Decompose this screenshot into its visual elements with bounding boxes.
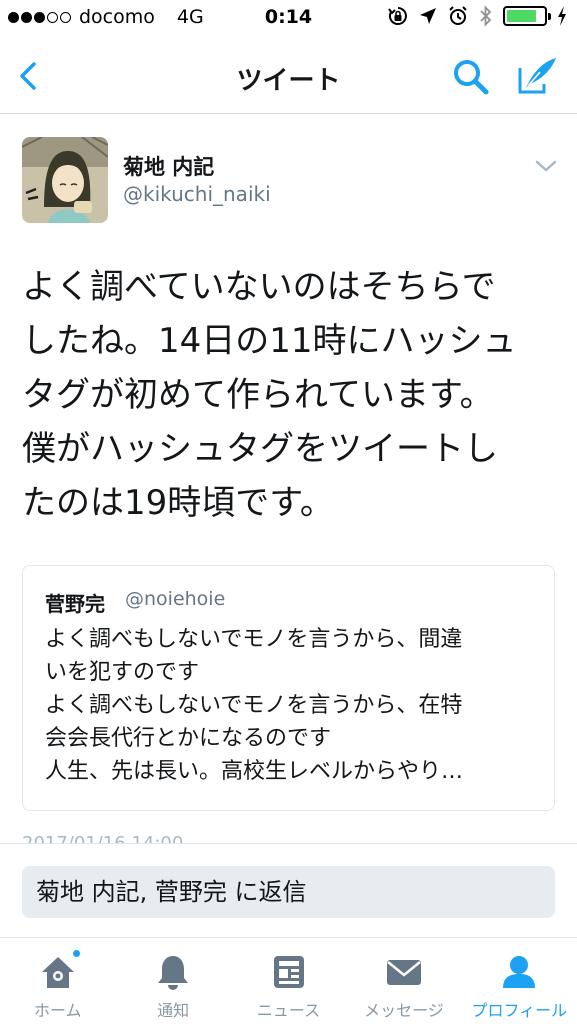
alarm-icon [449,6,467,25]
tweet-text-line: タグが初めて作られています。 [22,375,494,415]
tweet-text-line: 僕がハッシュタグをツイートし [22,429,498,469]
tab-profile[interactable]: プロフィール [462,938,577,1024]
battery-icon [503,6,551,26]
quoted-tweet-text: よく調べもしないでモノを言うから、間違 いを犯すのです よく調べもしないでモノを… [45,623,540,788]
author-name[interactable]: 菊地 内記 [123,151,214,181]
news-icon [269,952,309,992]
battery-level [507,10,536,22]
tab-bar: ホーム 通知 ニュース メッセージ プロフィール [0,937,577,1024]
tab-label: ニュース [256,1001,321,1020]
profile-icon [499,952,539,992]
bluetooth-icon [480,5,492,27]
tab-label: ホーム [33,1001,82,1020]
tab-label: 通知 [157,1001,190,1020]
tab-label: メッセージ [364,1001,444,1020]
tab-home[interactable]: ホーム [0,938,115,1024]
charging-bolt-icon [558,6,566,26]
tweet-text: よく調べていないのはそちらで したね。14日の11時にハッシュ タグが初めて作ら… [22,260,562,530]
quoted-text-line: いを犯すのです [45,660,200,685]
tab-notifications[interactable]: 通知 [115,938,230,1024]
navigation-bar: ツイート [0,40,577,114]
chevron-down-icon[interactable] [534,158,558,174]
tab-label: プロフィール [471,1001,568,1020]
envelope-icon [384,952,424,992]
search-icon[interactable] [450,56,492,98]
author-handle[interactable]: @kikuchi_naiki [123,182,271,206]
quoted-text-line: 会会長代行とかになるのです [45,726,332,751]
status-right [387,5,567,27]
tweet-text-line: たのは19時頃です。 [22,483,334,523]
quoted-text-line: よく調べもしないでモノを言うから、間違 [45,627,463,652]
quoted-tweet-card[interactable]: 菅野完 @noiehoie よく調べもしないでモノを言うから、間違 いを犯すので… [22,565,555,811]
tweet-text-line: よく調べていないのはそちらで [22,267,496,307]
compose-tweet-icon[interactable] [514,54,560,98]
home-icon [38,948,82,992]
quoted-author-name: 菅野完 [45,592,105,616]
avatar[interactable] [22,137,108,223]
status-bar: docomo 4G 0:14 [0,0,577,40]
rotation-lock-icon [388,7,407,25]
tab-messages[interactable]: メッセージ [346,938,461,1024]
quoted-author-handle: @noiehoie [125,588,226,610]
tab-news[interactable]: ニュース [231,938,346,1024]
bell-icon [153,952,193,992]
avatar-illustration-icon [22,137,108,223]
reply-composer: 菊地 内記, 菅野完 に返信 [0,843,577,937]
tweet-text-line: したね。14日の11時にハッシュ [22,321,517,361]
reply-input[interactable]: 菊地 内記, 菅野完 に返信 [22,866,555,918]
quoted-text-line: よく調べもしないでモノを言うから、在特 [45,693,463,718]
quoted-text-line: 人生、先は長い。高校生レベルからやり… [45,759,464,784]
location-arrow-icon [420,8,436,24]
notification-dot [70,948,82,959]
